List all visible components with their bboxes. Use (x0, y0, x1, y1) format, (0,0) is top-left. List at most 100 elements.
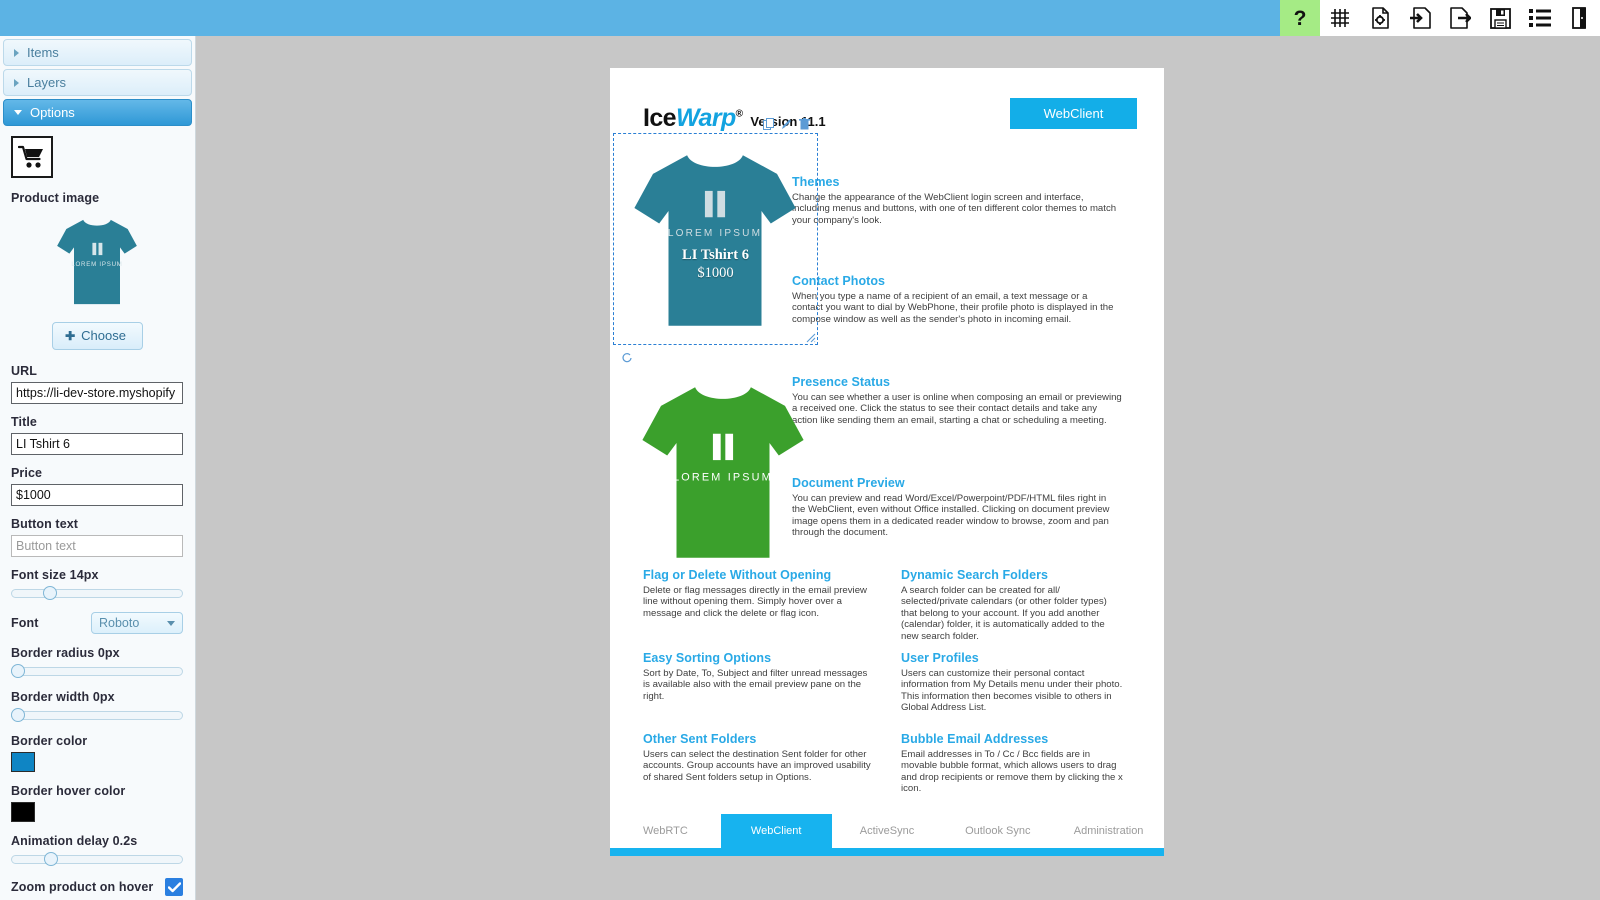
tab-label: Administration (1073, 825, 1144, 837)
tab-label: Outlook Sync (965, 825, 1031, 837)
tab-webclient[interactable]: WebClient (720, 814, 832, 848)
exit-icon[interactable] (1560, 0, 1600, 36)
button-text-label: Button text (11, 517, 79, 531)
font-select[interactable]: Roboto (91, 612, 183, 634)
product-image-label: Product image (11, 191, 100, 205)
product-overlay-price: $1000 (697, 265, 734, 281)
font-size-label: Font size 14px (11, 568, 99, 582)
feature-title: Presence Status (792, 375, 891, 389)
feature-body: Users can customize their personal conta… (901, 668, 1123, 714)
feature-title: Dynamic Search Folders (901, 568, 1048, 582)
slider-track (11, 855, 183, 864)
feature-title: User Profiles (901, 651, 979, 665)
url-input[interactable] (11, 382, 183, 404)
duplicate-icon[interactable] (763, 118, 774, 130)
feature-title: Easy Sorting Options (643, 651, 772, 665)
chevron-right-icon (14, 48, 19, 57)
button-text-input[interactable] (11, 535, 183, 557)
slider-track (11, 711, 183, 720)
panel-header-options[interactable]: Options (3, 99, 192, 126)
font-size-slider[interactable] (11, 586, 183, 600)
choose-button[interactable]: ✚ Choose (52, 322, 143, 350)
tab-label: WebRTC (642, 825, 688, 837)
grid-icon[interactable] (1320, 0, 1360, 36)
border-hover-color-swatch[interactable] (11, 802, 35, 822)
tab-administration[interactable]: Administration (1053, 814, 1164, 848)
tab-webrtc[interactable]: WebRTC (610, 814, 721, 848)
title-input[interactable] (11, 433, 183, 455)
check-icon (167, 881, 181, 892)
element-toolbar (763, 118, 810, 130)
selected-element-wrapper[interactable]: LOREM IPSUM LI Tshirt 6 $1000 (613, 118, 818, 363)
list-icon[interactable] (1520, 0, 1560, 36)
slider-track (11, 589, 183, 598)
feature-block-other-sent-folders: Other Sent Folders Users can select the … (643, 732, 878, 783)
tshirt-thumb-icon: LOREM IPSUM (57, 219, 137, 305)
feature-block-dynamic-search: Dynamic Search Folders A search folder c… (901, 568, 1123, 642)
tab-activesync[interactable]: ActiveSync (832, 814, 943, 848)
delete-trash-icon[interactable] (799, 118, 810, 130)
feature-title: Document Preview (792, 476, 905, 490)
zoom-on-hover-checkbox[interactable] (165, 878, 183, 896)
tab-outlook-sync[interactable]: Outlook Sync (942, 814, 1053, 848)
panel-header-items[interactable]: Items (3, 39, 192, 66)
document-page: IceWarp® Version 11.1 WebClient Themes C… (610, 68, 1164, 856)
page-footer-accent-bar (610, 848, 1164, 856)
webclient-cta-label: WebClient (1043, 106, 1104, 121)
slider-knob[interactable] (11, 664, 25, 678)
border-color-label: Border color (11, 734, 88, 748)
price-input[interactable] (11, 484, 183, 506)
help-icon[interactable]: ? (1280, 0, 1320, 36)
animation-delay-slider[interactable] (11, 852, 183, 866)
border-width-slider[interactable] (11, 708, 183, 722)
logo-text: IceWarp® (643, 104, 743, 133)
design-canvas[interactable]: IceWarp® Version 11.1 WebClient Themes C… (196, 36, 1600, 900)
shopping-cart-icon[interactable] (11, 136, 53, 178)
rotate-handle[interactable] (621, 351, 633, 363)
product-image-green-tshirt[interactable]: LOREM IPSUM (630, 370, 816, 575)
plus-icon: ✚ (65, 328, 76, 343)
webclient-cta-button[interactable]: WebClient (1010, 98, 1137, 129)
feature-block-document-preview: Document Preview You can preview and rea… (792, 476, 1122, 539)
border-radius-slider[interactable] (11, 664, 183, 678)
border-color-swatch[interactable] (11, 752, 35, 772)
feature-title: Themes (792, 175, 840, 189)
font-select-value: Roboto (99, 616, 140, 630)
feature-body: A search folder can be created for all/ … (901, 585, 1107, 642)
font-row: Font Roboto (11, 612, 183, 634)
tab-label: WebClient (750, 825, 802, 837)
document-settings-icon[interactable] (1360, 0, 1400, 36)
feature-title: Flag or Delete Without Opening (643, 568, 832, 582)
options-panel-body: Product image LOREM IPSUM ✚ Choose URL T… (0, 126, 195, 900)
import-icon[interactable] (1400, 0, 1440, 36)
resize-handle[interactable] (806, 333, 816, 343)
feature-body: You can see whether a user is online whe… (792, 392, 1122, 426)
panel-header-layers[interactable]: Layers (3, 69, 192, 96)
product-image-teal-tshirt[interactable]: LOREM IPSUM (622, 138, 808, 343)
zoom-on-hover-label: Zoom product on hover (11, 880, 154, 894)
svg-text:?: ? (1294, 7, 1307, 29)
feature-block-user-profiles: User Profiles Users can customize their … (901, 651, 1123, 714)
price-label: Price (11, 466, 43, 480)
registered-icon: ® (735, 108, 743, 120)
svg-text:LOREM IPSUM: LOREM IPSUM (673, 471, 773, 483)
page-tab-bar: WebRTC WebClient ActiveSync Outlook Sync… (610, 814, 1164, 848)
feature-body: Users can select the destination Sent fo… (643, 749, 871, 783)
slider-track (11, 667, 183, 676)
left-sidebar: Items Layers Options Product image LOREM… (0, 36, 196, 900)
feature-block-presence-status: Presence Status You can see whether a us… (792, 375, 1122, 426)
edit-pencil-icon[interactable] (781, 118, 792, 130)
panel-label-items: Items (27, 45, 59, 60)
slider-knob[interactable] (11, 708, 25, 722)
export-icon[interactable] (1440, 0, 1480, 36)
animation-delay-label: Animation delay 0.2s (11, 834, 138, 848)
title-label: Title (11, 415, 37, 429)
feature-block-bubble-email: Bubble Email Addresses Email addresses i… (901, 732, 1123, 795)
product-overlay-title: LI Tshirt 6 (682, 247, 749, 263)
product-image-thumbnail[interactable]: LOREM IPSUM (11, 210, 183, 314)
slider-knob[interactable] (42, 586, 57, 600)
app-root: ? Items Layers Options Product image LOR… (0, 0, 1600, 900)
feature-title: Other Sent Folders (643, 732, 757, 746)
choose-button-label: Choose (81, 328, 126, 343)
save-icon[interactable] (1480, 0, 1520, 36)
